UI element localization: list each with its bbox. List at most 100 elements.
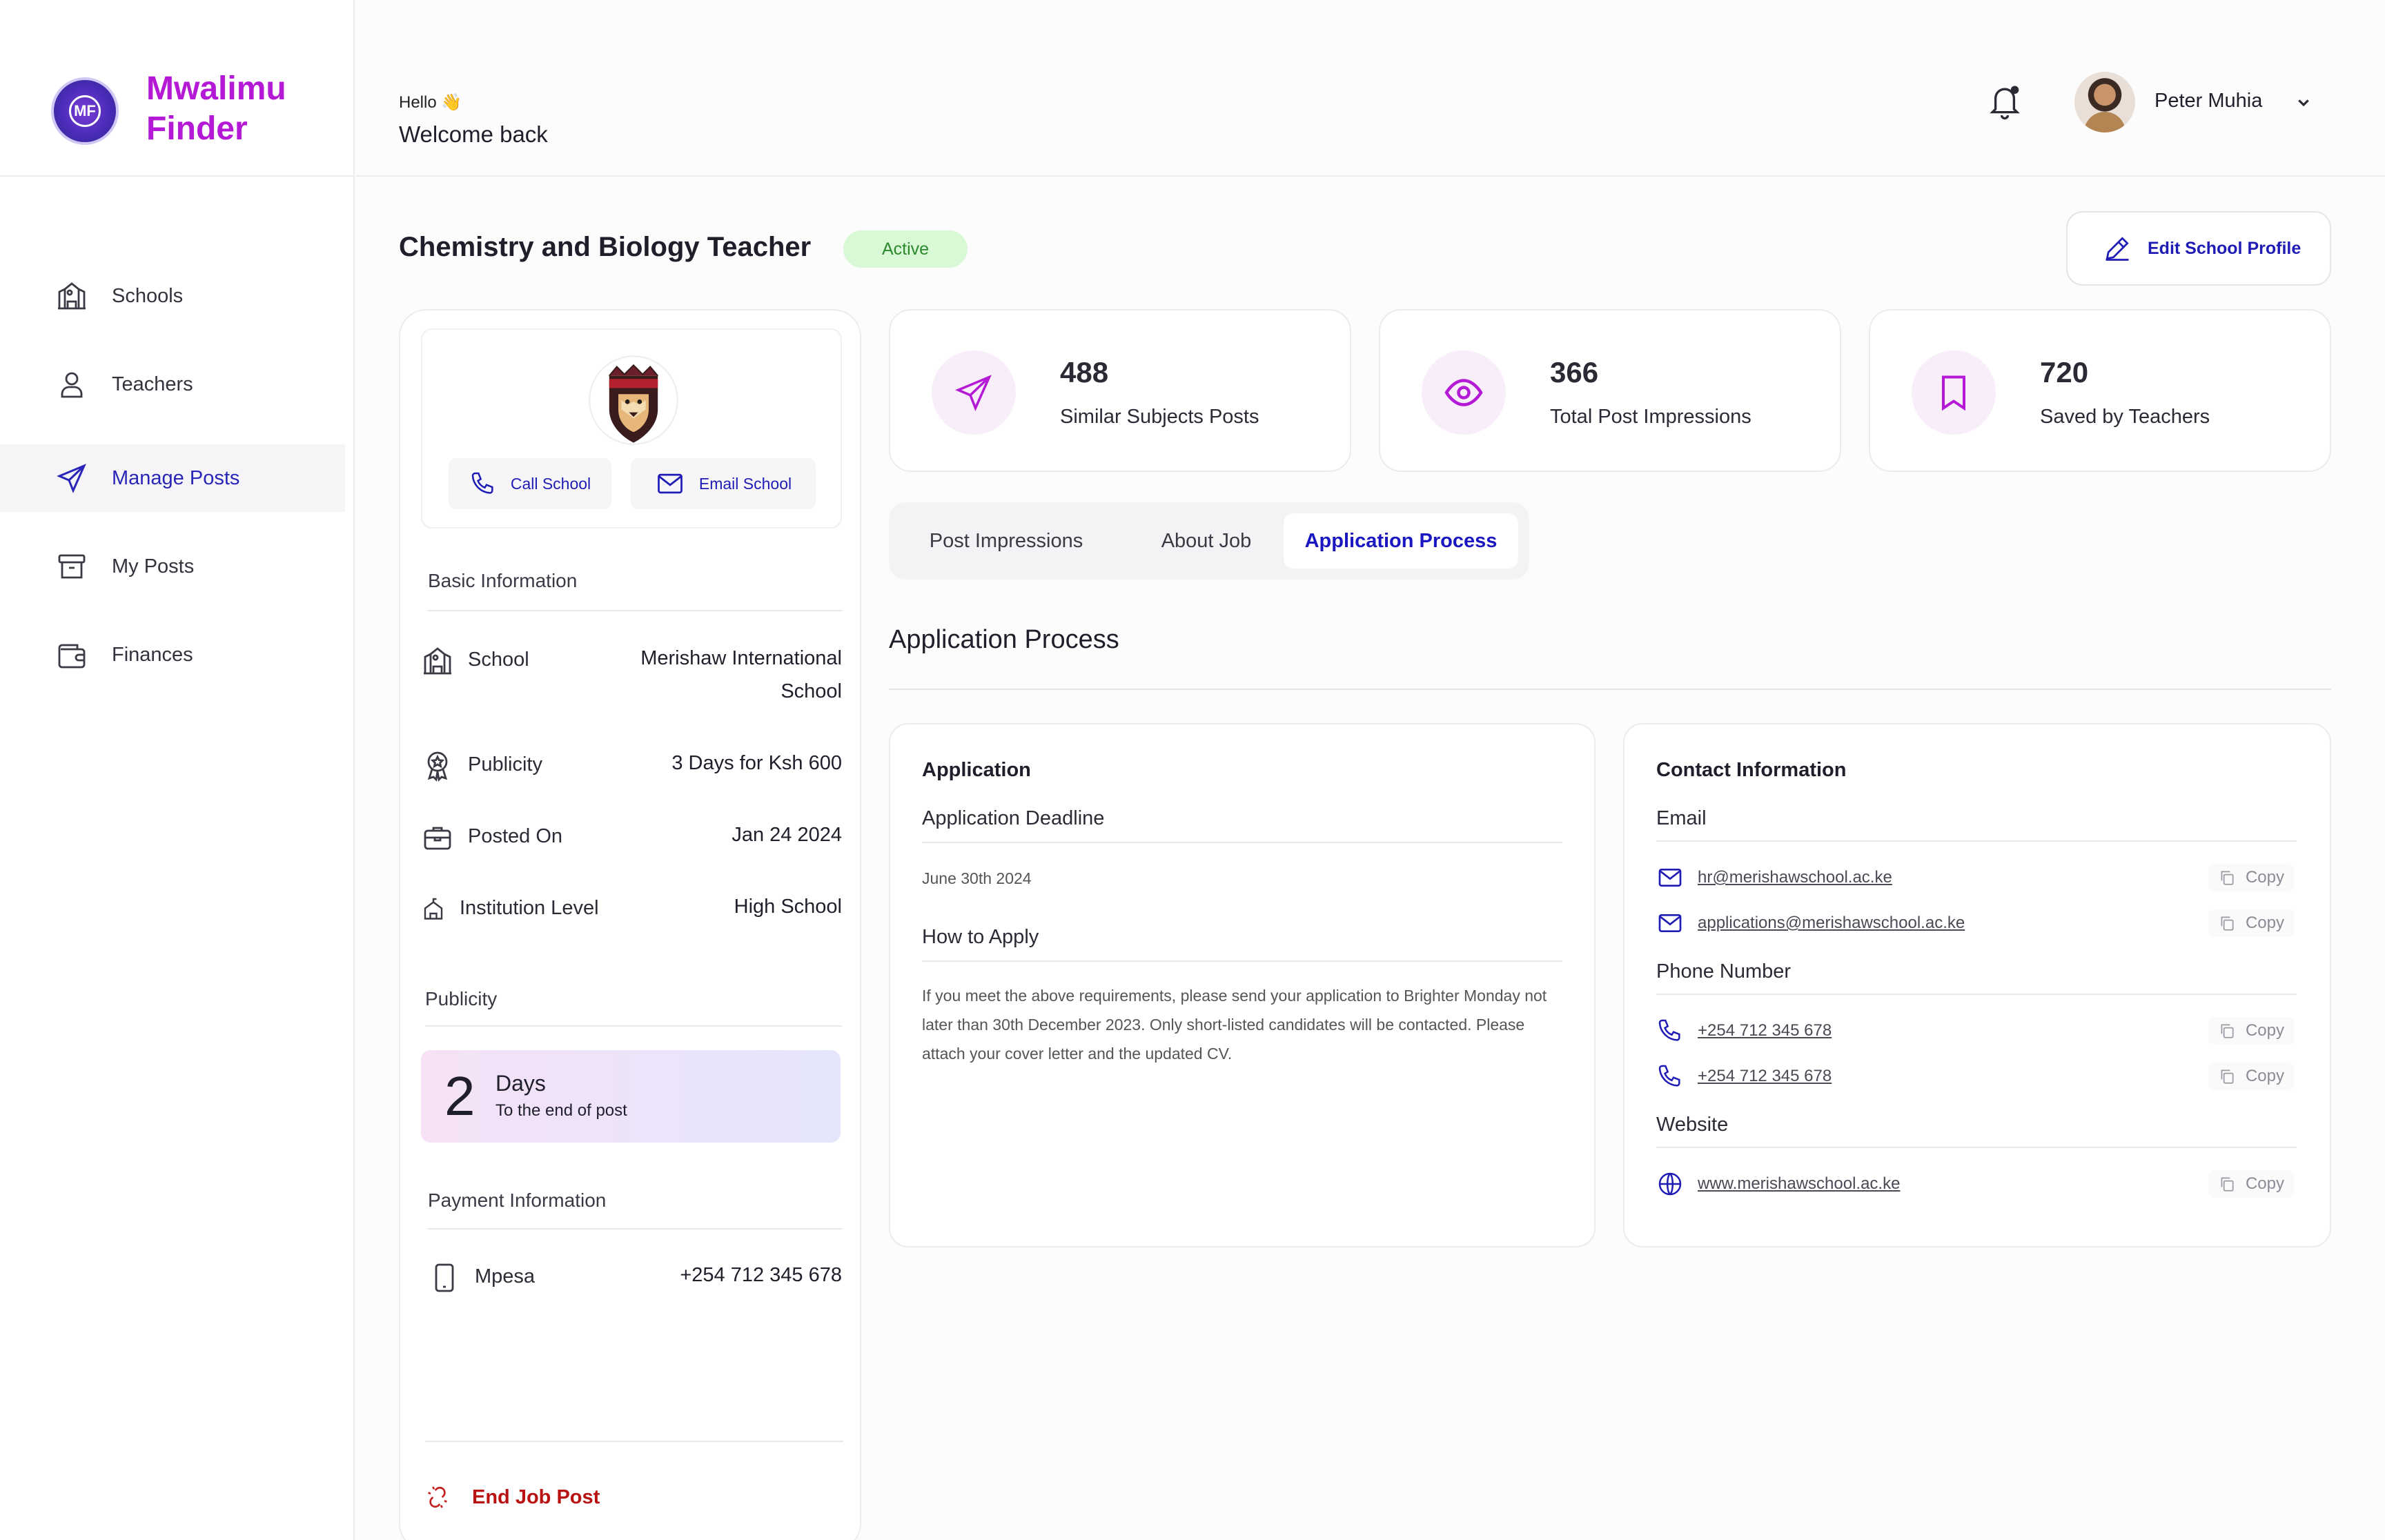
email-link[interactable]: applications@merishawschool.ac.ke — [1698, 914, 1965, 933]
sidebar-item-schools[interactable]: Schools — [0, 262, 345, 330]
stat-card-impressions: 366 Total Post Impressions — [1379, 309, 1841, 472]
notification-bell-icon[interactable] — [1986, 81, 2023, 121]
building-icon — [424, 898, 443, 920]
copy-label: Copy — [2245, 914, 2284, 932]
email-link[interactable]: hr@merishawschool.ac.ke — [1698, 868, 1892, 887]
brand-logo[interactable]: MF — [51, 77, 119, 145]
payment-number: +254 712 345 678 — [680, 1264, 842, 1286]
days-remaining-caption: To the end of post — [495, 1101, 627, 1120]
sidebar-item-my-posts[interactable]: My Posts — [0, 533, 345, 600]
status-badge: Active — [843, 230, 968, 268]
application-title: Application — [922, 759, 1031, 781]
sidebar-item-manage-posts[interactable]: Manage Posts — [0, 444, 345, 512]
sidebar-item-label: Schools — [112, 284, 184, 307]
payment-information-title: Payment Information — [428, 1189, 607, 1211]
mobile-phone-icon — [435, 1263, 454, 1292]
phone-icon — [471, 472, 493, 494]
tab-about-job[interactable]: About Job — [1123, 513, 1289, 569]
stat-label: Saved by Teachers — [2040, 406, 2210, 428]
copy-label: Copy — [2245, 1174, 2284, 1193]
broken-link-icon — [428, 1486, 447, 1508]
copy-label: Copy — [2245, 1067, 2284, 1085]
mail-icon — [658, 473, 683, 494]
info-value: Jan 24 2024 — [732, 824, 842, 846]
eye-icon — [1444, 379, 1483, 406]
sidebar-item-label: Teachers — [112, 373, 193, 395]
phone-icon — [1658, 1065, 1680, 1087]
user-name[interactable]: Peter Muhia — [2155, 90, 2262, 112]
copy-button[interactable]: Copy — [2208, 864, 2294, 891]
bookmark-icon — [1942, 375, 1965, 411]
stat-icon-circle — [1422, 351, 1506, 435]
application-panel: Application Application Deadline June 30… — [889, 723, 1596, 1247]
days-remaining-box: 2 Days To the end of post — [421, 1050, 841, 1143]
sidebar-item-teachers[interactable]: Teachers — [0, 351, 345, 418]
phone-link[interactable]: +254 712 345 678 — [1698, 1021, 1832, 1040]
edit-school-profile-label: Edit School Profile — [2148, 238, 2301, 258]
copy-icon — [2221, 1069, 2234, 1084]
info-row-institution-level: Institution Level High School — [421, 896, 842, 923]
archive-icon — [58, 554, 86, 579]
stat-icon-circle — [1912, 351, 1996, 435]
end-job-post-button[interactable]: End Job Post — [424, 1483, 600, 1511]
days-remaining-unit: Days — [495, 1071, 546, 1096]
stat-value: 488 — [1060, 356, 1109, 388]
end-job-post-label: End Job Post — [472, 1485, 600, 1508]
contact-information-title: Contact Information — [1656, 759, 1847, 781]
website-link[interactable]: www.merishawschool.ac.ke — [1698, 1174, 1900, 1194]
email-school-button[interactable]: Email School — [631, 458, 816, 509]
tab-bar: Post Impressions About Job Application P… — [889, 502, 1529, 580]
greeting: Hello 👋 — [399, 93, 462, 112]
user-icon — [61, 372, 83, 398]
application-deadline-label: Application Deadline — [922, 807, 1105, 829]
phone-number-label: Phone Number — [1656, 960, 1792, 983]
payment-method: Mpesa — [475, 1265, 536, 1287]
contact-email-row: hr@merishawschool.ac.ke Copy — [1656, 862, 2294, 893]
top-header: Hello 👋 Welcome back Peter Muhia — [356, 0, 2385, 177]
stat-label: Similar Subjects Posts — [1060, 406, 1259, 428]
contact-phone-row: +254 712 345 678 Copy — [1656, 1061, 2294, 1092]
avatar[interactable] — [2074, 72, 2135, 132]
publicity-title: Publicity — [425, 988, 498, 1009]
copy-button[interactable]: Copy — [2208, 1170, 2294, 1198]
stat-label: Total Post Impressions — [1550, 406, 1751, 428]
brand-name: Mwalimu Finder — [146, 70, 286, 147]
copy-button[interactable]: Copy — [2208, 1017, 2294, 1045]
brand-logo-initials: MF — [69, 95, 101, 127]
sidebar: MF Mwalimu Finder Schools Teachers Manag… — [0, 0, 355, 1540]
stat-value: 720 — [2040, 356, 2089, 388]
section-title: Application Process — [889, 625, 1119, 654]
wallet-icon — [58, 644, 86, 669]
welcome-text: Welcome back — [399, 121, 548, 147]
info-value: 3 Days for Ksh 600 — [671, 752, 842, 774]
how-to-apply-text: If you meet the above requirements, plea… — [922, 987, 1547, 1063]
chevron-down-icon[interactable] — [2293, 91, 2315, 113]
application-deadline-value: June 30th 2024 — [922, 869, 1032, 887]
globe-icon — [1658, 1172, 1682, 1196]
school-icon — [58, 282, 86, 310]
brand: MF Mwalimu Finder — [0, 0, 355, 177]
mail-icon — [1658, 869, 1682, 887]
copy-button[interactable]: Copy — [2208, 909, 2294, 937]
copy-icon — [2221, 916, 2234, 931]
copy-button[interactable]: Copy — [2208, 1063, 2294, 1090]
contact-information-panel: Contact Information Email hr@merishawsch… — [1623, 723, 2331, 1247]
page-title: Chemistry and Biology Teacher — [399, 232, 812, 262]
sidebar-item-label: Manage Posts — [112, 466, 240, 489]
edit-school-profile-button[interactable]: Edit School Profile — [2066, 211, 2331, 286]
briefcase-icon — [424, 827, 451, 850]
tab-application-process[interactable]: Application Process — [1284, 513, 1518, 569]
info-row-publicity: Publicity 3 Days for Ksh 600 — [421, 751, 842, 782]
copy-icon — [2221, 1024, 2234, 1038]
basic-information-title: Basic Information — [428, 570, 578, 591]
tab-post-impressions[interactable]: Post Impressions — [903, 513, 1110, 569]
sidebar-item-finances[interactable]: Finances — [0, 621, 345, 689]
call-school-button[interactable]: Call School — [449, 458, 611, 509]
email-school-label: Email School — [698, 474, 792, 493]
school-crest-logo — [589, 355, 678, 445]
phone-link[interactable]: +254 712 345 678 — [1698, 1067, 1832, 1086]
stat-icon-circle — [932, 351, 1016, 435]
days-remaining-value: 2 — [444, 1065, 475, 1127]
call-school-label: Call School — [510, 474, 591, 493]
phone-icon — [1658, 1019, 1680, 1041]
